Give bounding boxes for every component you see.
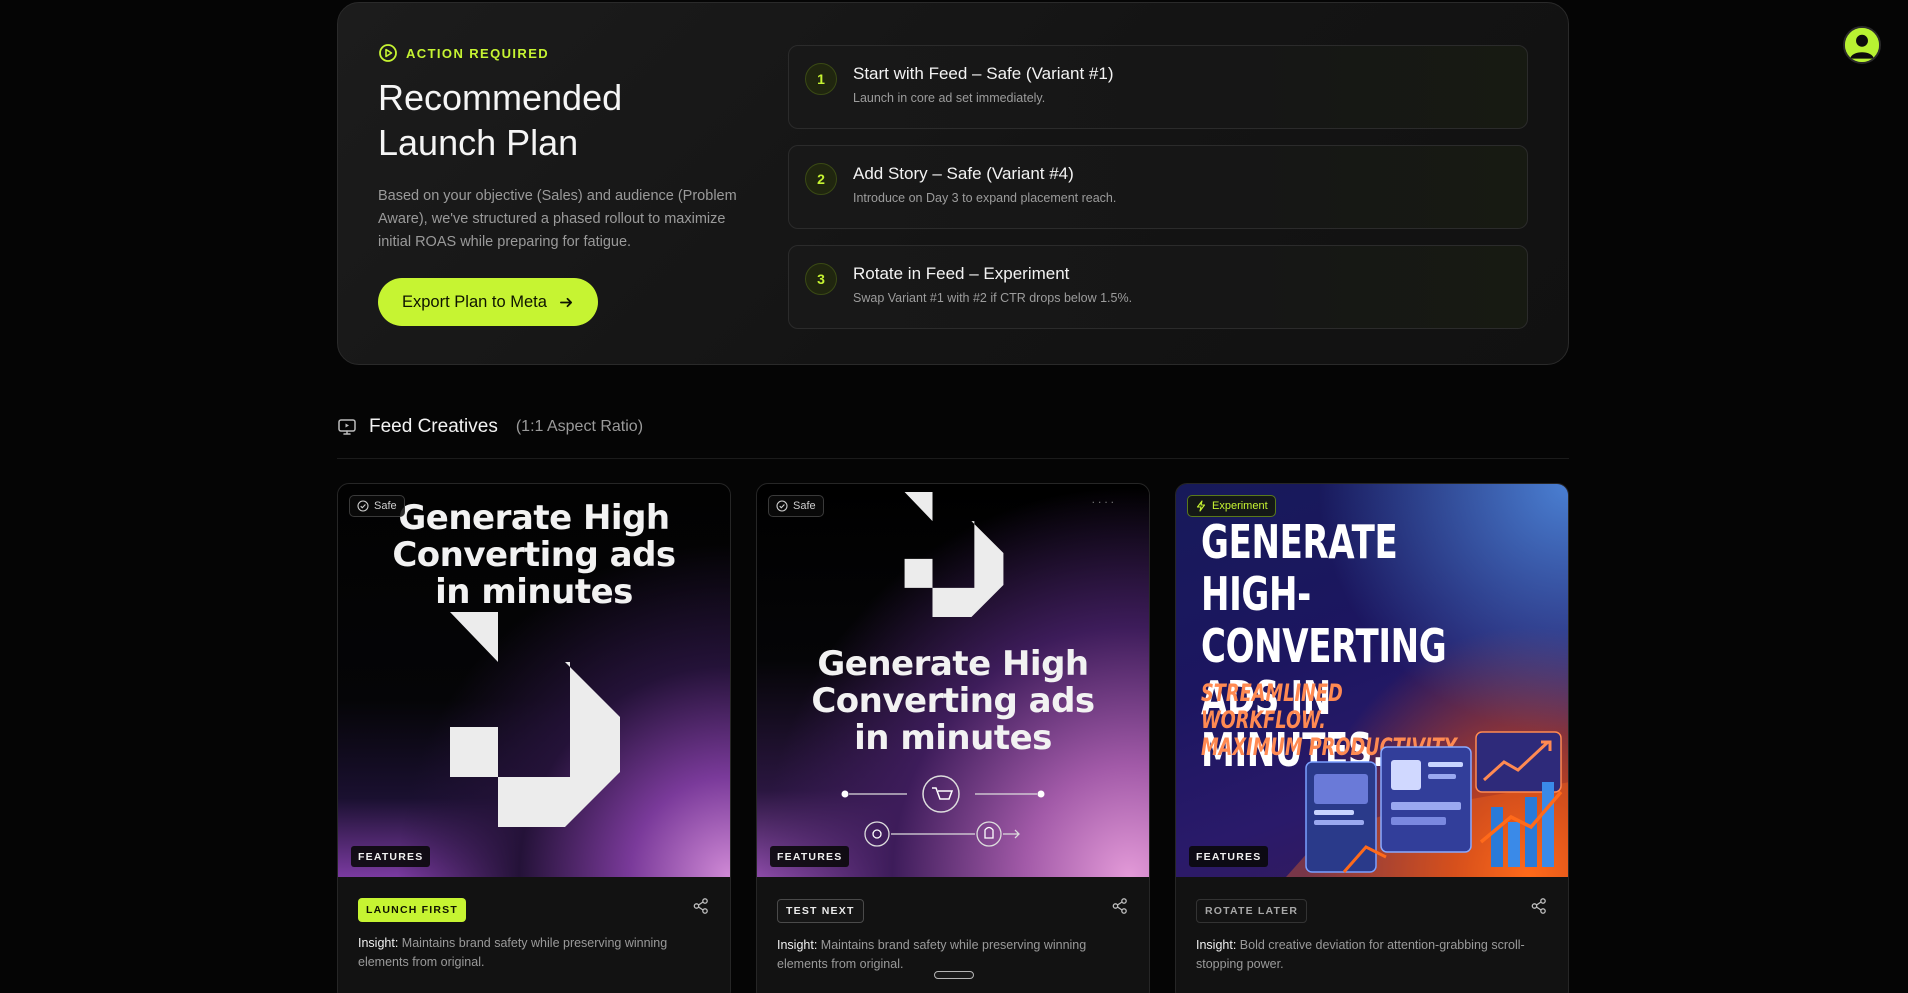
- safe-tag: Safe: [768, 495, 824, 517]
- scroll-indicator[interactable]: [934, 971, 974, 979]
- status-badge: TEST NEXT: [777, 899, 864, 923]
- creative-preview[interactable]: GENERATE HIGH-CONVERTING ADS IN MINUTES.…: [1176, 484, 1568, 877]
- export-plan-label: Export Plan to Meta: [402, 292, 547, 311]
- status-badge: LAUNCH FIRST: [358, 898, 466, 922]
- arrow-right-icon: [559, 297, 572, 307]
- creative-preview[interactable]: Generate High Converting ads in minutes …: [338, 484, 730, 877]
- share-icon[interactable]: [692, 897, 710, 915]
- workflow-diagram-icon: [841, 775, 1045, 847]
- more-dots-icon: ....: [1091, 492, 1117, 506]
- step-number: 3: [805, 263, 837, 295]
- user-avatar[interactable]: [1843, 26, 1881, 64]
- tag-label: Safe: [793, 500, 816, 512]
- section-divider: [337, 458, 1569, 459]
- section-subtitle: (1:1 Aspect Ratio): [515, 418, 644, 435]
- step-number: 2: [805, 163, 837, 195]
- step-title: Rotate in Feed – Experiment: [853, 264, 1070, 283]
- plan-step: 1 Start with Feed – Safe (Variant #1) La…: [788, 45, 1528, 129]
- insight-text: Insight: Bold creative deviation for att…: [1196, 936, 1546, 974]
- insight-label: Insight:: [1196, 938, 1237, 952]
- step-title: Add Story – Safe (Variant #4): [853, 164, 1074, 183]
- features-label: FEATURES: [351, 846, 431, 867]
- headline-line: Generate High: [817, 644, 1089, 684]
- user-avatar-icon: [1845, 28, 1879, 62]
- headline-line: HIGH-CONVERTING: [1201, 567, 1447, 673]
- experiment-tag: Experiment: [1187, 495, 1276, 517]
- insight-value: Maintains brand safety while preserving …: [777, 938, 1087, 971]
- headline-line: Converting ads: [392, 535, 676, 575]
- step-description: Launch in core ad set immediately.: [853, 91, 1046, 105]
- share-icon[interactable]: [1530, 897, 1548, 915]
- insight-text: Insight: Maintains brand safety while pr…: [358, 934, 708, 972]
- lightning-icon: [1196, 500, 1206, 512]
- creative-card[interactable]: GENERATE HIGH-CONVERTING ADS IN MINUTES.…: [1175, 483, 1569, 993]
- headline-line: in minutes: [435, 572, 633, 612]
- brand-logo-icon: [450, 612, 620, 827]
- check-circle-icon: [357, 500, 369, 512]
- plan-intro: ACTION REQUIRED Recommended Launch Plan …: [378, 43, 738, 254]
- insight-value: Maintains brand safety while preserving …: [358, 936, 668, 969]
- insight-label: Insight:: [777, 938, 818, 952]
- plan-title: Recommended Launch Plan: [378, 77, 623, 163]
- status-badge: ROTATE LATER: [1196, 899, 1308, 923]
- creative-headline: Generate High Converting ads in minutes: [757, 646, 1149, 757]
- step-description: Swap Variant #1 with #2 if CTR drops bel…: [853, 291, 1133, 305]
- check-circle-icon: [776, 500, 788, 512]
- step-description: Introduce on Day 3 to expand placement r…: [853, 191, 1117, 205]
- action-required-badge: ACTION REQUIRED: [378, 43, 738, 63]
- export-plan-button[interactable]: Export Plan to Meta: [378, 278, 598, 326]
- headline-line: in minutes: [854, 718, 1052, 758]
- safe-tag: Safe: [349, 495, 405, 517]
- creative-card[interactable]: .... Generate High Converting ads in min…: [756, 483, 1150, 993]
- features-label: FEATURES: [770, 846, 850, 867]
- action-required-label: ACTION REQUIRED: [406, 45, 550, 61]
- feed-creatives-header: Feed Creatives (1:1 Aspect Ratio): [337, 416, 643, 438]
- brand-logo-icon: [904, 492, 1004, 617]
- insight-text: Insight: Maintains brand safety while pr…: [777, 936, 1127, 974]
- creative-preview[interactable]: .... Generate High Converting ads in min…: [757, 484, 1149, 877]
- plan-description: Based on your objective (Sales) and audi…: [378, 188, 737, 250]
- insight-value: Bold creative deviation for attention-gr…: [1196, 938, 1525, 971]
- step-title: Start with Feed – Safe (Variant #1): [853, 64, 1114, 83]
- monitor-icon: [338, 419, 356, 435]
- share-icon[interactable]: [1111, 897, 1129, 915]
- plan-step: 3 Rotate in Feed – Experiment Swap Varia…: [788, 245, 1528, 329]
- creative-card[interactable]: Generate High Converting ads in minutes …: [337, 483, 731, 993]
- tag-label: Experiment: [1212, 500, 1268, 512]
- headline-line: GENERATE: [1201, 515, 1398, 569]
- section-title: Feed Creatives: [369, 416, 498, 437]
- insight-label: Insight:: [358, 936, 399, 950]
- plan-steps: 1 Start with Feed – Safe (Variant #1) La…: [788, 45, 1528, 345]
- step-number: 1: [805, 63, 837, 95]
- headline-line: Converting ads: [811, 681, 1095, 721]
- features-label: FEATURES: [1189, 846, 1269, 867]
- tag-label: Safe: [374, 500, 397, 512]
- play-circle-icon: [379, 44, 397, 62]
- plan-step: 2 Add Story – Safe (Variant #4) Introduc…: [788, 145, 1528, 229]
- dashboard-illustration-icon: [1286, 731, 1568, 877]
- launch-plan-panel: ACTION REQUIRED Recommended Launch Plan …: [337, 2, 1569, 365]
